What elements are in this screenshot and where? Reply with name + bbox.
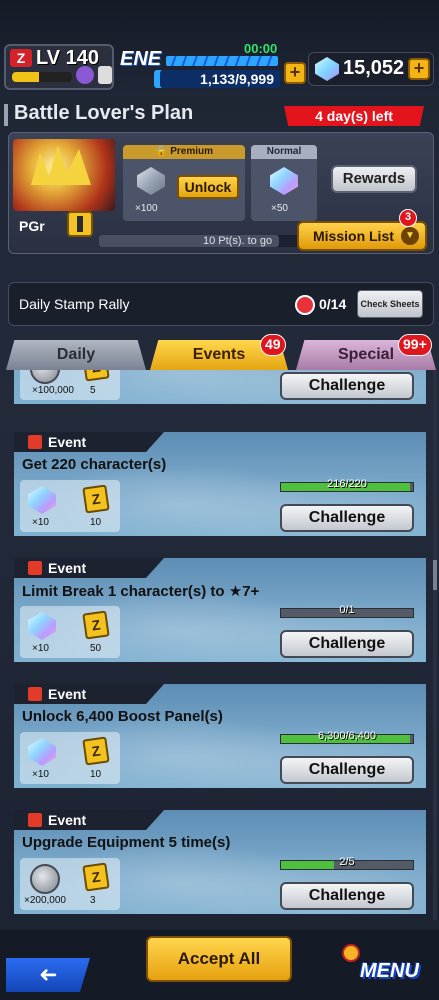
reward-qty: 10	[90, 769, 102, 780]
energy-value-box: 1,133/9,999	[160, 70, 280, 88]
title-accent	[4, 104, 8, 126]
z-power-icon: Z	[82, 862, 110, 892]
challenge-button[interactable]: Challenge	[280, 630, 414, 658]
energy-label: ENE	[120, 48, 162, 70]
rank-progress-bar	[12, 72, 72, 82]
mission-progress-text: 216/220	[327, 478, 367, 490]
menu-label: MENU	[360, 960, 419, 982]
rewards-button[interactable]: Rewards	[331, 165, 417, 193]
stamp-rally-label: Daily Stamp Rally	[19, 296, 130, 312]
top-status-bar: Z LV 140 ENE 00:00 1,133/9,999 + 15,052 …	[0, 0, 439, 96]
zeni-coin-icon	[30, 864, 60, 894]
events-badge: 49	[260, 334, 286, 356]
mission-list-badge: 3	[399, 209, 417, 227]
reward-qty: ×10	[32, 643, 49, 654]
dragon-ball-icon	[342, 944, 360, 962]
reward-qty: ×10	[32, 769, 49, 780]
lock-icon	[98, 66, 112, 84]
points-to-go: 10 Pt(s). to go	[203, 235, 273, 247]
rank-z-icon: Z	[10, 49, 32, 67]
reward-qty: 10	[90, 517, 102, 528]
rank-panel[interactable]: Z LV 140	[4, 44, 114, 90]
crystal-plus-button[interactable]: +	[408, 58, 430, 80]
mission-card: Z ×100,000 5 Challenge	[14, 370, 426, 404]
mission-card: Event Limit Break 1 character(s) to ★7+ …	[14, 558, 426, 662]
mission-list[interactable]: Z ×100,000 5 Challenge Event Get 220 cha…	[14, 370, 426, 920]
event-tag: Event	[14, 558, 164, 578]
menu-button[interactable]: MENU	[342, 944, 434, 994]
plan-title: Battle Lover's Plan	[14, 102, 194, 124]
mission-progress-text: 6,300/6,400	[317, 730, 377, 742]
mission-title: Upgrade Equipment 5 time(s)	[22, 834, 231, 851]
premium-header: 🔒 Premium	[123, 145, 245, 159]
back-button[interactable]: ➜	[6, 958, 90, 992]
mission-card: Event Get 220 character(s) Z ×10 10 216/…	[14, 432, 426, 536]
energy-plus-button[interactable]: +	[284, 62, 306, 84]
boost-icon	[76, 66, 94, 84]
normal-crystal-icon	[270, 167, 298, 195]
character-card-art	[13, 139, 115, 211]
chrono-crystal-count: 15,052	[343, 57, 405, 79]
energy-panel[interactable]: ENE 00:00 1,133/9,999	[118, 41, 302, 90]
tab-daily[interactable]: Daily	[6, 340, 146, 370]
time-left-badge: 4 day(s) left	[284, 106, 424, 126]
unlock-button[interactable]: Unlock	[177, 175, 239, 199]
mission-list-label: Mission List	[313, 228, 394, 244]
chrono-crystal-icon	[315, 57, 339, 81]
mission-card: Event Unlock 6,400 Boost Panel(s) Z ×10 …	[14, 684, 426, 788]
back-arrow-icon: ➜	[38, 963, 58, 988]
energy-timer: 00:00	[244, 41, 278, 56]
special-badge: 99+	[398, 334, 432, 356]
plan-header: Battle Lover's Plan 4 day(s) left	[0, 100, 439, 130]
mission-card: Event Upgrade Equipment 5 time(s) Z ×200…	[14, 810, 426, 914]
chevron-down-icon: ▼	[401, 227, 419, 245]
premium-crystal-icon	[137, 167, 165, 195]
challenge-button[interactable]: Challenge	[280, 882, 414, 910]
normal-reward-box: Normal ×50	[251, 145, 317, 221]
z-power-icon: Z	[82, 610, 110, 640]
stamp-count: 0/14	[319, 296, 347, 312]
challenge-button[interactable]: Challenge	[280, 372, 414, 400]
mission-progress-text: 0/1	[339, 604, 355, 616]
z-power-icon: Z	[82, 484, 110, 514]
reward-qty: ×200,000	[24, 895, 66, 906]
check-sheets-button[interactable]: Check Sheets	[357, 290, 423, 318]
mission-progress-text: 2/5	[339, 856, 355, 868]
reward-qty: 3	[90, 895, 96, 906]
energy-value: 1,133/9,999	[200, 71, 274, 87]
challenge-button[interactable]: Challenge	[280, 504, 414, 532]
normal-header: Normal	[251, 145, 317, 159]
accept-all-button[interactable]: Accept All	[146, 936, 292, 982]
z-power-icon: Z	[82, 736, 110, 766]
event-tag: Event	[14, 432, 164, 452]
mission-title: Limit Break 1 character(s) to ★7+	[22, 583, 260, 600]
normal-qty: ×50	[271, 203, 288, 214]
premium-qty: ×100	[135, 203, 158, 214]
energy-bar	[166, 56, 278, 66]
reward-qty: 50	[90, 643, 102, 654]
grade-label: PGr	[19, 218, 45, 234]
stamp-icon	[295, 295, 315, 315]
plan-panel: PGr 10 Pt(s). to go 🔒 Premium ×100 Unloc…	[8, 132, 434, 254]
list-scrollbar[interactable]	[433, 370, 437, 920]
reward-qty: 5	[90, 385, 96, 396]
mission-title: Get 220 character(s)	[22, 456, 167, 473]
reward-qty: ×100,000	[32, 385, 74, 396]
mission-title: Unlock 6,400 Boost Panel(s)	[22, 708, 223, 725]
reward-qty: ×10	[32, 517, 49, 528]
grade-badge-icon	[67, 211, 93, 237]
daily-stamp-rally: Daily Stamp Rally 0/14 Check Sheets	[8, 282, 434, 326]
event-tag: Event	[14, 810, 164, 830]
event-tag: Event	[14, 684, 164, 704]
challenge-button[interactable]: Challenge	[280, 756, 414, 784]
premium-reward-box: 🔒 Premium ×100 Unlock	[123, 145, 245, 221]
